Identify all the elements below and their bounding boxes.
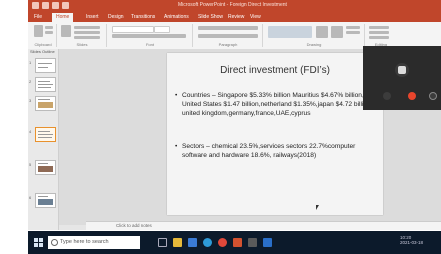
- paste-icon[interactable]: [34, 25, 43, 37]
- slide-title: Direct investment (FDI’s): [220, 65, 330, 76]
- powerpoint-icon[interactable]: [233, 238, 242, 247]
- shape-outline-button[interactable]: [346, 31, 360, 34]
- tab-slides-pane[interactable]: Slides: [30, 49, 41, 55]
- slide-thumbnail-pane: Slides Outline 1 2 3 4 5 6: [28, 49, 59, 230]
- document-title: Microsoft PowerPoint - Foreign Direct In…: [178, 2, 287, 8]
- thumbnail-pane-tabs: Slides Outline: [28, 49, 58, 55]
- quick-styles-icon[interactable]: [331, 26, 343, 38]
- ribbon-group-slides: Slides: [58, 24, 107, 47]
- ribbon-group-clipboard: Clipboard: [30, 24, 57, 47]
- slide-thumbnail-4[interactable]: [35, 127, 56, 142]
- redo-icon[interactable]: [62, 2, 69, 9]
- people-icon: [395, 63, 409, 77]
- shapes-gallery[interactable]: [268, 26, 312, 38]
- tab-design[interactable]: Design: [108, 14, 124, 20]
- tab-home[interactable]: Home: [52, 13, 74, 22]
- ribbon-group-drawing: Drawing: [264, 24, 365, 47]
- arrange-icon[interactable]: [316, 26, 328, 38]
- notes-pane[interactable]: Click to add notes: [86, 221, 441, 230]
- screen: Microsoft PowerPoint - Foreign Direct In…: [0, 0, 441, 254]
- ribbon-tabs: File Home Insert Design Transitions Anim…: [28, 13, 441, 22]
- ribbon-group-editing: Editing: [366, 24, 396, 47]
- select-button[interactable]: [369, 36, 389, 39]
- screen-left-margin: [0, 0, 28, 254]
- camera-app-icon[interactable]: [248, 238, 257, 247]
- windows-taskbar: Type here to search 10:20 2021-03-18: [28, 231, 441, 254]
- windows-start-icon[interactable]: [34, 238, 43, 247]
- slide-number: 6: [29, 195, 32, 200]
- tab-transitions[interactable]: Transitions: [131, 14, 155, 20]
- tab-animations[interactable]: Animations: [164, 14, 189, 20]
- ppt-logo-icon: [32, 2, 39, 9]
- layout-button[interactable]: [74, 26, 100, 29]
- find-button[interactable]: [369, 26, 389, 29]
- store-icon[interactable]: [188, 238, 197, 247]
- ribbon-group-paragraph: Paragraph: [194, 24, 263, 47]
- camera-icon[interactable]: [383, 92, 391, 100]
- reset-button[interactable]: [74, 31, 100, 34]
- slide-number: 3: [29, 98, 32, 103]
- slide-number: 1: [29, 60, 32, 65]
- slide-thumbnail-5[interactable]: [35, 160, 56, 175]
- alignment-buttons[interactable]: [198, 34, 258, 38]
- tab-outline-pane[interactable]: Outline: [42, 49, 55, 55]
- tab-file[interactable]: File: [34, 14, 42, 20]
- tab-slide-show[interactable]: Slide Show: [198, 14, 223, 20]
- mouse-cursor-icon: [316, 205, 319, 210]
- hangup-icon[interactable]: [408, 92, 416, 100]
- ribbon-group-font: Font: [108, 24, 193, 47]
- file-explorer-icon[interactable]: [173, 238, 182, 247]
- task-view-icon[interactable]: [158, 238, 167, 247]
- chrome-icon[interactable]: [218, 238, 227, 247]
- slide-bullet: • Countries – Singapore $5.33% billion M…: [175, 92, 371, 117]
- slide-thumbnail-1[interactable]: [35, 58, 56, 73]
- system-tray-clock[interactable]: 10:20 2021-03-18: [400, 235, 423, 245]
- tray-date: 2021-03-18: [400, 240, 424, 245]
- slide-thumbnail-2[interactable]: [35, 77, 56, 92]
- shape-fill-button[interactable]: [346, 26, 360, 29]
- save-icon[interactable]: [42, 2, 49, 9]
- font-size-select[interactable]: [154, 26, 170, 33]
- edge-icon[interactable]: [203, 238, 212, 247]
- font-format-buttons[interactable]: [112, 34, 186, 38]
- tab-review[interactable]: Review: [228, 14, 244, 20]
- search-placeholder: Type here to search: [60, 239, 109, 245]
- tab-insert[interactable]: Insert: [86, 14, 99, 20]
- search-icon: [51, 239, 58, 246]
- slide-number: 4: [29, 129, 32, 134]
- slide-thumbnail-3[interactable]: [35, 96, 56, 111]
- more-icon[interactable]: [429, 92, 437, 100]
- slide-thumbnail-6[interactable]: [35, 193, 56, 208]
- quick-access-toolbar: [32, 2, 69, 9]
- list-buttons[interactable]: [198, 26, 258, 30]
- font-name-select[interactable]: [112, 26, 154, 33]
- slide-number: 5: [29, 162, 32, 167]
- copy-icon[interactable]: [45, 31, 53, 34]
- undo-icon[interactable]: [52, 2, 59, 9]
- video-call-panel: [363, 46, 441, 110]
- notes-placeholder: Click to add notes: [116, 223, 152, 228]
- cut-icon[interactable]: [45, 26, 53, 29]
- section-button[interactable]: [74, 36, 100, 39]
- mail-icon[interactable]: [263, 238, 272, 247]
- current-slide[interactable]: Direct investment (FDI’s) • Countries – …: [167, 53, 383, 215]
- new-slide-icon[interactable]: [61, 25, 71, 37]
- slide-number: 2: [29, 79, 32, 84]
- tab-view[interactable]: View: [250, 14, 261, 20]
- taskbar-search-box[interactable]: Type here to search: [48, 236, 140, 249]
- replace-button[interactable]: [369, 31, 389, 34]
- slide-bullet: • Sectors – chemical 23.5%,services sect…: [175, 143, 356, 159]
- title-bar: Microsoft PowerPoint - Foreign Direct In…: [28, 0, 441, 13]
